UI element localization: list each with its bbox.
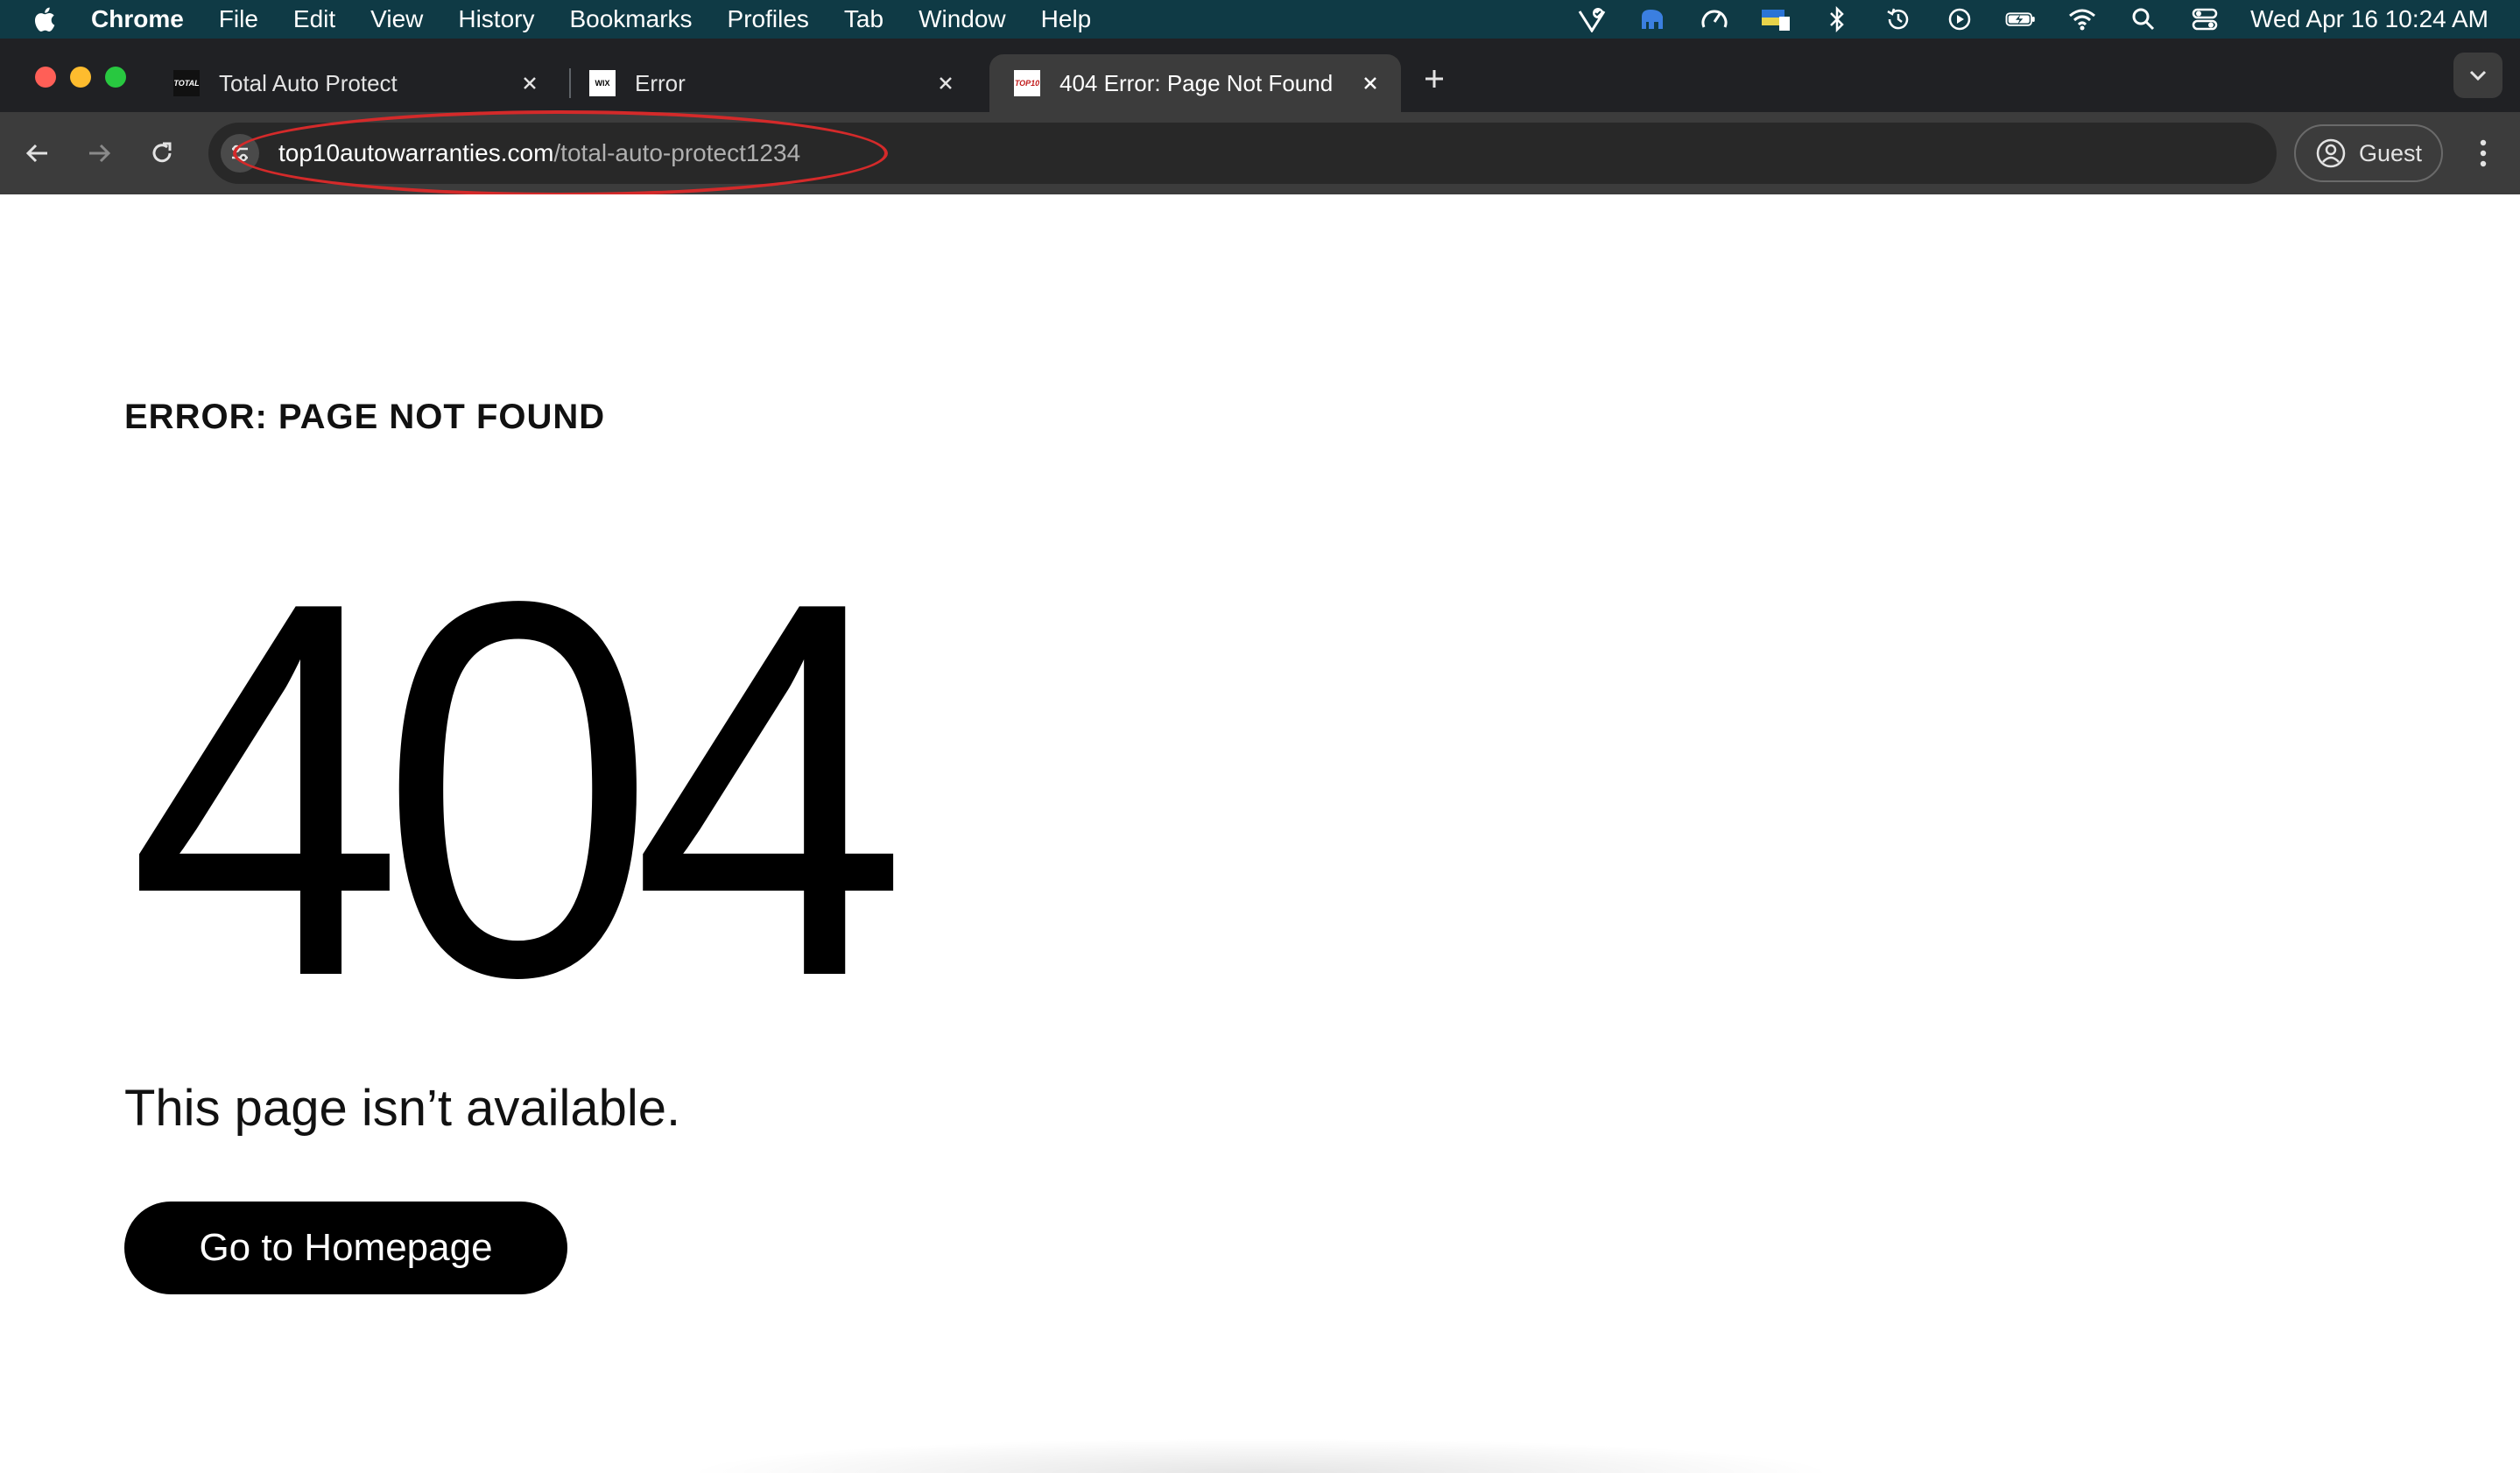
bottom-shadow [683,1438,1839,1473]
tab-search-icon[interactable] [2453,53,2502,98]
site-info-icon[interactable] [221,134,259,173]
back-arrow-icon[interactable] [19,135,56,172]
gauge-icon[interactable] [1699,6,1730,32]
control-center-icon[interactable] [2189,6,2221,32]
url-path: /total-auto-protect1234 [553,139,801,166]
more-menu-icon[interactable] [2467,133,2499,173]
browser-toolbar: top10autowarranties.com/total-auto-prote… [0,112,2520,194]
battery-icon[interactable] [2005,6,2037,32]
close-tab-icon[interactable] [515,68,545,98]
menu-tab[interactable]: Tab [844,5,883,33]
close-tab-icon[interactable] [1355,68,1385,98]
tab-strip: TOTAL Total Auto Protect WIX Error TOP10… [0,39,2520,112]
tab-favicon: WIX [589,70,616,96]
tab-favicon: TOP10 [1014,70,1040,96]
display-icon[interactable] [1760,6,1791,32]
close-window-button[interactable] [35,67,56,88]
spotlight-icon[interactable] [2128,6,2159,32]
address-bar[interactable]: top10autowarranties.com/total-auto-prote… [208,123,2277,184]
bluetooth-icon[interactable] [1821,6,1853,32]
play-icon[interactable] [1944,6,1975,32]
status-area: Wed Apr 16 10:24 AM [1546,0,2488,39]
menu-edit[interactable]: Edit [293,5,335,33]
wifi-icon[interactable] [2066,6,2098,32]
profile-guest-button[interactable]: Guest [2294,124,2443,182]
menu-history[interactable]: History [458,5,534,33]
url-host: top10autowarranties.com [278,139,554,166]
tab-favicon: TOTAL [173,70,200,96]
reload-icon[interactable] [144,135,180,172]
menu-file[interactable]: File [219,5,258,33]
apple-icon[interactable] [32,5,56,33]
tab-title: Error [635,69,686,96]
minimize-window-button[interactable] [70,67,91,88]
time-machine-icon[interactable] [1883,6,1914,32]
tab-error[interactable]: WIX Error [565,54,976,112]
forward-arrow-icon[interactable] [81,135,117,172]
tab-404-error[interactable]: TOP10 404 Error: Page Not Found [989,54,1401,112]
menu-view[interactable]: View [370,5,423,33]
page-content: ERROR: PAGE NOT FOUND 404 This page isn’… [0,194,2520,1473]
error-heading: ERROR: PAGE NOT FOUND [124,398,606,436]
fullscreen-window-button[interactable] [105,67,126,88]
menubar-clock[interactable]: Wed Apr 16 10:24 AM [2250,5,2488,33]
tab-title: 404 Error: Page Not Found [1059,69,1334,96]
menu-help[interactable]: Help [1041,5,1092,33]
elephant-icon[interactable] [1637,6,1669,32]
menu-bar: Chrome File Edit View History Bookmarks … [0,0,2520,39]
menu-app-name[interactable]: Chrome [91,5,184,33]
menu-window[interactable]: Window [919,5,1006,33]
error-code: 404 [128,491,908,1088]
new-tab-icon[interactable] [1418,63,1450,95]
menu-bookmarks[interactable]: Bookmarks [569,5,692,33]
go-to-homepage-button[interactable]: Go to Homepage [124,1202,567,1294]
vpn-icon[interactable] [1576,6,1608,32]
profile-label: Guest [2359,139,2423,166]
close-tab-icon[interactable] [931,68,961,98]
tab-total-auto-protect[interactable]: TOTAL Total Auto Protect [149,54,560,112]
error-message: This page isn’t available. [124,1080,681,1137]
tab-title: Total Auto Protect [219,69,398,96]
url-text[interactable]: top10autowarranties.com/total-auto-prote… [278,139,800,167]
profile-icon [2316,138,2346,168]
menu-profiles[interactable]: Profiles [728,5,809,33]
